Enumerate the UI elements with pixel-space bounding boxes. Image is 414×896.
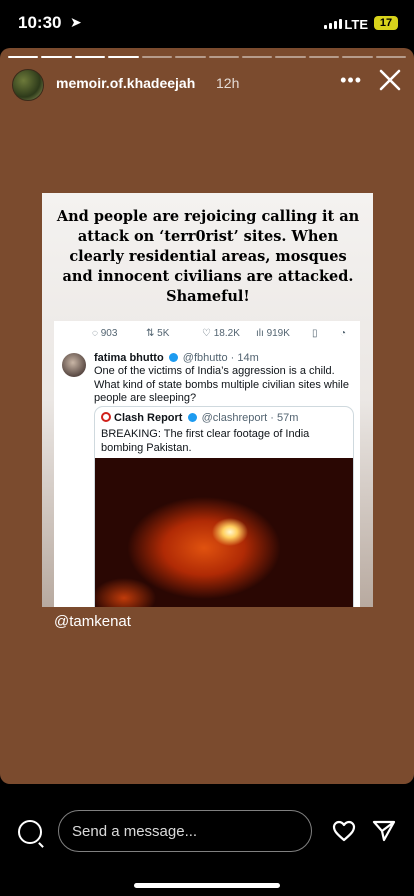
like-count: ♡ 18.2K bbox=[202, 328, 240, 339]
story-username[interactable]: memoir.of.khadeejah bbox=[56, 75, 195, 91]
story-progress-segment bbox=[342, 56, 373, 58]
battery-indicator: 17 bbox=[374, 16, 398, 30]
close-icon[interactable] bbox=[378, 68, 402, 92]
story-progress bbox=[8, 56, 407, 58]
location-arrow-icon: ➤ bbox=[70, 14, 82, 30]
signal-icon bbox=[324, 19, 342, 29]
explosion-footage-image bbox=[95, 458, 353, 607]
story-viewer[interactable]: memoir.of.khadeejah 12h ••• And people a… bbox=[0, 48, 414, 784]
quote-text: BREAKING: The first clear footage of Ind… bbox=[101, 428, 310, 454]
story-progress-segment bbox=[175, 56, 206, 58]
quote-author-time: · 57m bbox=[270, 412, 299, 424]
story-time: 12h bbox=[216, 75, 240, 91]
story-progress-segment bbox=[41, 56, 72, 58]
tweet-text: One of the victims of India’s aggression… bbox=[94, 365, 349, 404]
clock: 10:30 bbox=[18, 13, 62, 32]
headline: And people are rejoicing calling it an a… bbox=[56, 208, 360, 305]
status-bar: 10:30 ➤ LTE 17 bbox=[0, 0, 414, 46]
message-placeholder: Send a message... bbox=[72, 823, 198, 840]
reply-count: ◌ 903 bbox=[92, 328, 118, 339]
author-name: fatima bhutto bbox=[94, 352, 164, 364]
tweet-author: fatima bhutto @fbhutto · 14m bbox=[94, 352, 259, 364]
more-options-icon[interactable]: ••• bbox=[340, 70, 362, 91]
tweet-author-avatar bbox=[62, 353, 86, 377]
bookmark-icon: ▯ bbox=[312, 328, 318, 339]
story-progress-segment bbox=[108, 56, 139, 58]
message-input[interactable]: Send a message... bbox=[58, 810, 312, 852]
story-progress-segment bbox=[275, 56, 306, 58]
mention-sticker[interactable]: @tamkenat bbox=[54, 613, 131, 630]
clash-report-logo-icon bbox=[101, 412, 111, 422]
home-indicator bbox=[134, 883, 280, 888]
heart-icon[interactable] bbox=[332, 820, 356, 842]
story-progress-segment bbox=[141, 56, 173, 58]
quote-author: Clash Report @clashreport · 57m bbox=[101, 412, 298, 424]
send-icon[interactable] bbox=[372, 820, 396, 842]
quote-author-name: Clash Report bbox=[114, 412, 183, 424]
network-type: LTE bbox=[344, 17, 368, 32]
author-handle: @fbhutto bbox=[182, 352, 228, 364]
story-progress-segment bbox=[8, 56, 39, 58]
verified-icon bbox=[168, 353, 178, 362]
tweet-metrics: ◌ 903 ⇅ 5K ♡ 18.2K ılı 919K ▯ ◔ bbox=[54, 328, 360, 344]
share-icon: ◔ bbox=[340, 328, 347, 339]
view-count: ılı 919K bbox=[256, 328, 290, 339]
story-progress-segment bbox=[74, 56, 106, 58]
story-progress-segment bbox=[308, 56, 340, 58]
story-progress-segment bbox=[208, 56, 239, 58]
avatar[interactable] bbox=[12, 69, 44, 101]
quoted-tweet: Clash Report @clashreport · 57m BREAKING… bbox=[94, 406, 354, 607]
reposted-content: And people are rejoicing calling it an a… bbox=[42, 193, 373, 607]
story-progress-segment bbox=[241, 56, 273, 58]
author-time: · 14m bbox=[230, 352, 259, 364]
story-progress-segment bbox=[375, 56, 407, 58]
quote-author-handle: @clashreport bbox=[201, 412, 268, 424]
retweet-count: ⇅ 5K bbox=[146, 328, 170, 339]
tweet-card: ◌ 903 ⇅ 5K ♡ 18.2K ılı 919K ▯ ◔ fatima b… bbox=[54, 321, 360, 607]
story-footer: Send a message... bbox=[0, 784, 414, 896]
verified-icon bbox=[187, 413, 197, 422]
camera-icon[interactable] bbox=[18, 820, 42, 844]
